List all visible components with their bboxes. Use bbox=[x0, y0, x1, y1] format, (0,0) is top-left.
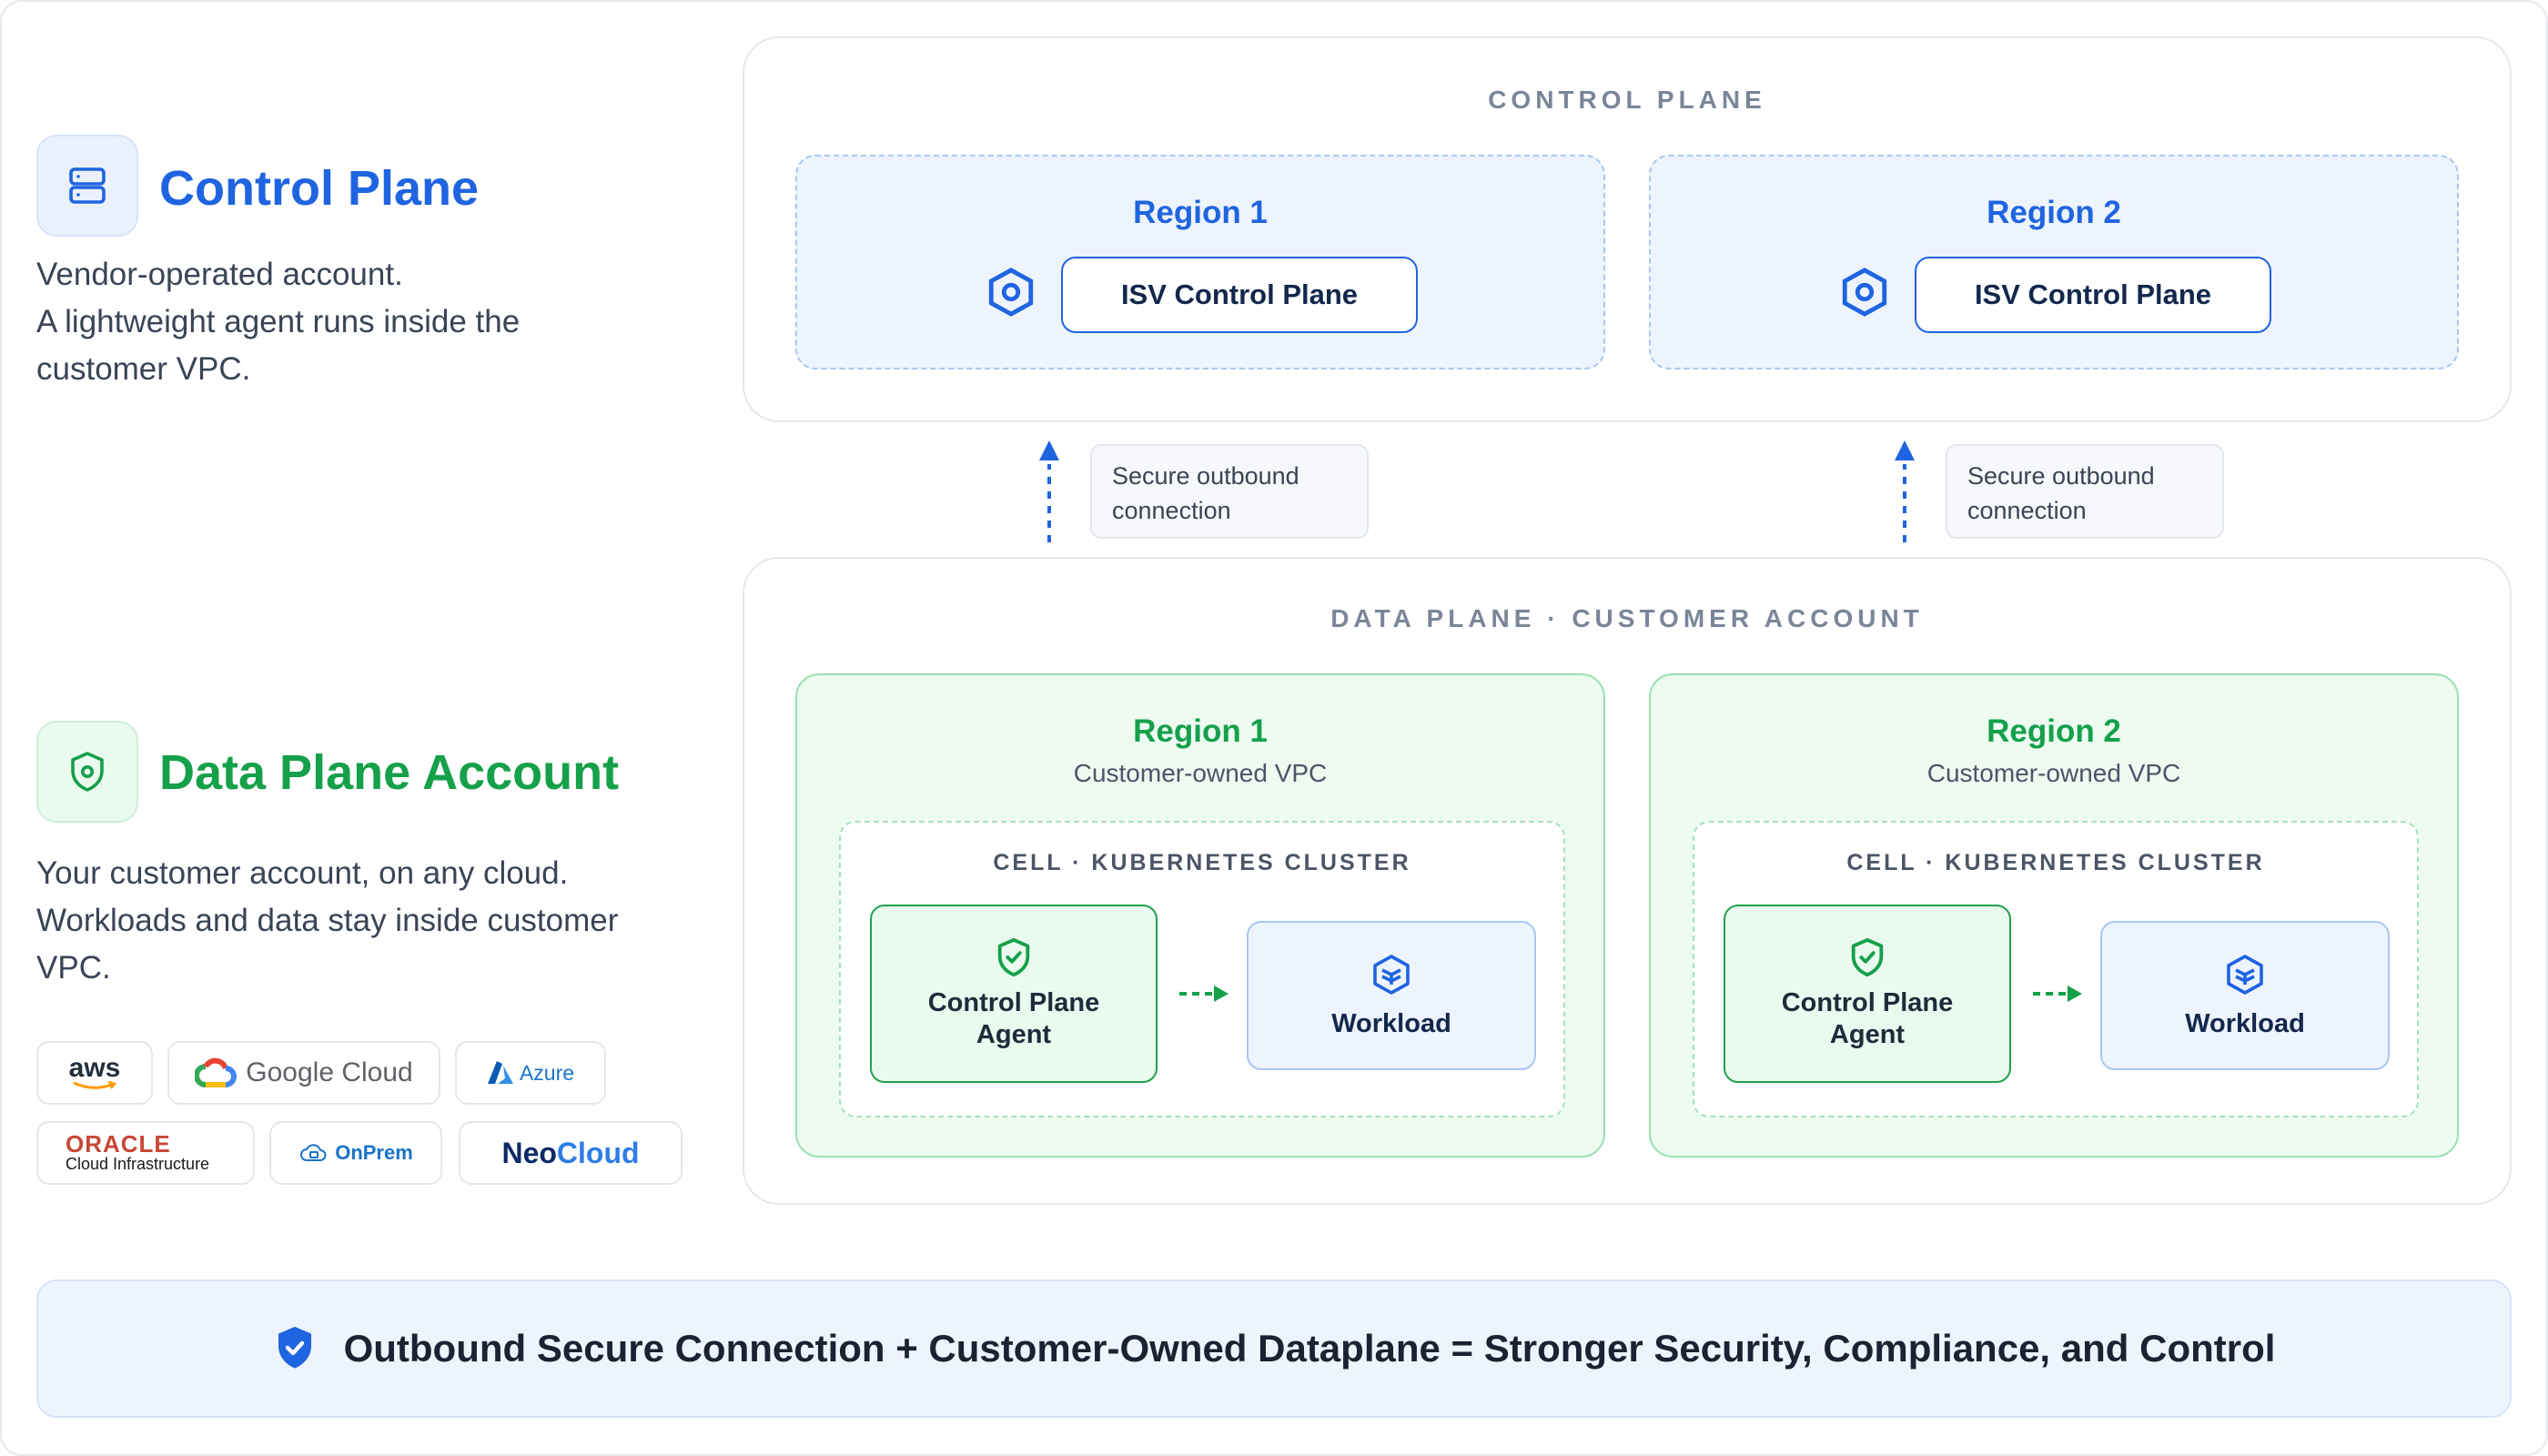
region-subtitle: Customer-owned VPC bbox=[1073, 759, 1328, 787]
agent-to-workload-arrow bbox=[1179, 986, 1228, 1002]
agent-to-workload-arrow bbox=[2033, 986, 2082, 1002]
control-plane-agent-box: Control Plane Agent bbox=[870, 905, 1158, 1083]
secure-connection-note-2: Secure outbound connection bbox=[1946, 444, 2224, 539]
data-plane-heading: Data Plane Account bbox=[159, 745, 620, 800]
hexagon-icon bbox=[988, 268, 1034, 317]
data-plane-panel-title: DATA PLANE · CUSTOMER ACCOUNT bbox=[1330, 604, 1924, 632]
control-plane-agent-box: Control Plane Agent bbox=[1724, 905, 2011, 1083]
server-stack-icon bbox=[36, 135, 138, 237]
google-cloud-logo: Google Cloud bbox=[167, 1041, 440, 1105]
onprem-logo: OnPrem bbox=[269, 1121, 442, 1185]
shield-check-icon bbox=[278, 1327, 311, 1369]
aws-logo: aws bbox=[36, 1041, 153, 1105]
outbound-arrow-1 bbox=[1039, 440, 1059, 542]
region-subtitle: Customer-owned VPC bbox=[1926, 759, 2181, 787]
agent-label: Control Plane Agent bbox=[1781, 988, 1954, 1049]
summary-banner: Outbound Secure Connection + Customer-Ow… bbox=[36, 1279, 2512, 1418]
workload-box: Workload bbox=[1247, 921, 1536, 1070]
outbound-arrow-2 bbox=[1895, 440, 1915, 542]
data-region-2: Region 2 Customer-owned VPC CELL · KUBER… bbox=[1649, 673, 2459, 1158]
secure-connection-note-1: Secure outbound connection bbox=[1090, 444, 1369, 539]
control-plane-panel: CONTROL PLANE Region 1 ISV Control Plane… bbox=[743, 36, 2512, 422]
isv-control-plane-box: ISV Control Plane bbox=[1061, 257, 1418, 333]
region-title: Region 1 bbox=[1133, 195, 1268, 230]
cell-title: CELL · KUBERNETES CLUSTER bbox=[1846, 850, 2265, 875]
oracle-cloud-logo: ORACLE Cloud Infrastructure bbox=[36, 1121, 255, 1185]
cube-icon bbox=[1373, 954, 1410, 995]
azure-logo: Azure bbox=[455, 1041, 606, 1105]
shield-icon bbox=[36, 721, 138, 823]
banner-text: Outbound Secure Connection + Customer-Ow… bbox=[343, 1327, 2276, 1370]
isv-control-plane-box: ISV Control Plane bbox=[1915, 257, 2271, 333]
control-region-1: Region 1 ISV Control Plane bbox=[795, 155, 1605, 369]
region-title: Region 2 bbox=[1987, 195, 2121, 230]
control-plane-heading: Control Plane bbox=[159, 161, 480, 216]
data-plane-description: Your customer account, on any cloud. Wor… bbox=[36, 855, 619, 986]
cell-title: CELL · KUBERNETES CLUSTER bbox=[993, 850, 1411, 875]
kubernetes-cell: CELL · KUBERNETES CLUSTER Control Plane … bbox=[1693, 821, 2419, 1117]
agent-label: Control Plane Agent bbox=[927, 988, 1100, 1049]
shield-check-icon bbox=[997, 937, 1030, 977]
hexagon-icon bbox=[1842, 268, 1887, 317]
data-region-1: Region 1 Customer-owned VPC CELL · KUBER… bbox=[795, 673, 1605, 1158]
control-region-2: Region 2 ISV Control Plane bbox=[1649, 155, 2459, 369]
data-plane-panel: DATA PLANE · CUSTOMER ACCOUNT Region 1 C… bbox=[743, 557, 2512, 1205]
region-title: Region 2 bbox=[1987, 713, 2121, 749]
neocloud-logo: Neo Cloud bbox=[459, 1121, 682, 1185]
shield-check-icon bbox=[1851, 937, 1884, 977]
workload-box: Workload bbox=[2100, 921, 2390, 1070]
kubernetes-cell: CELL · KUBERNETES CLUSTER Control Plane … bbox=[839, 821, 1565, 1117]
workload-label: Workload bbox=[1331, 1008, 1451, 1038]
region-title: Region 1 bbox=[1133, 713, 1268, 749]
control-plane-panel-title: CONTROL PLANE bbox=[1488, 86, 1766, 114]
cube-icon bbox=[2227, 954, 2263, 995]
workload-label: Workload bbox=[2185, 1008, 2305, 1038]
control-plane-description: Vendor-operated account. A lightweight a… bbox=[36, 257, 521, 387]
